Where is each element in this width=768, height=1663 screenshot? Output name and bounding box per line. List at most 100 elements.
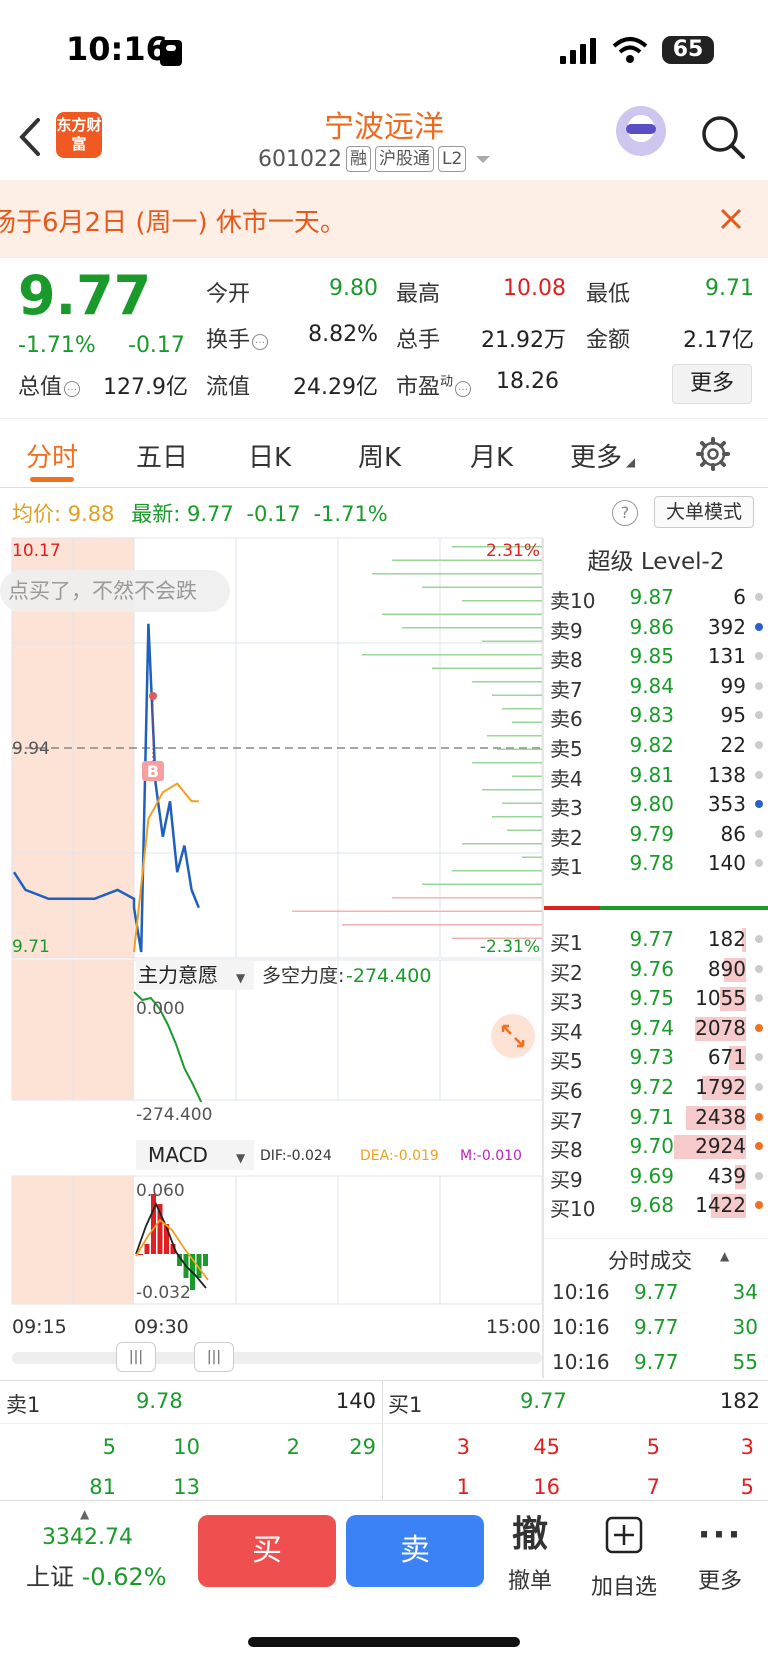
order-dot <box>755 770 763 779</box>
ai-assistant-avatar[interactable] <box>616 106 666 156</box>
index-line[interactable]: 上证 -0.62% <box>26 1557 167 1592</box>
macd-m: M:-0.010 <box>460 1148 522 1164</box>
ask-row[interactable]: 卖6 9.83 95 <box>544 700 768 731</box>
ask-row[interactable]: 卖8 9.85 131 <box>544 641 768 672</box>
stock-code-line[interactable]: 601022 融 沪股通 L2 <box>258 144 491 174</box>
depth-bar <box>472 681 542 683</box>
tab-monthly-k[interactable]: 月K <box>470 437 513 474</box>
more-menu-button[interactable]: ··· 更多 <box>680 1515 760 1595</box>
expand-button[interactable] <box>491 1014 535 1058</box>
big-order-mode-button[interactable]: 大单模式 <box>654 496 754 528</box>
mktcap-label: 总值… <box>18 369 81 401</box>
float-value: 24.29亿 <box>293 375 378 400</box>
more-dots-icon: ··· <box>697 1515 743 1555</box>
id-card-icon <box>160 40 182 66</box>
macd-dea: DEA:-0.019 <box>360 1148 439 1164</box>
order-dot <box>755 1142 763 1151</box>
help-icon[interactable]: ? <box>612 500 638 526</box>
close-icon[interactable] <box>716 204 746 234</box>
depth-bar <box>382 613 542 615</box>
back-arrow-icon[interactable] <box>16 116 46 158</box>
range-handle-right[interactable]: ||| <box>194 1342 234 1372</box>
depth-bar <box>512 775 542 777</box>
high-value: 10.08 <box>503 276 566 301</box>
ask-row[interactable]: 卖4 9.81 138 <box>544 760 768 791</box>
bid-row[interactable]: 买3 9.75 1055 <box>544 983 768 1014</box>
order-dot <box>755 859 763 868</box>
ask-row[interactable]: 卖1 9.78 140 <box>544 848 768 879</box>
trade-price: 9.77 <box>634 1280 679 1304</box>
macd-bar <box>138 1254 143 1255</box>
trade-time: 10:16 <box>552 1315 610 1339</box>
trades-header[interactable]: 分时成交 ▲ <box>544 1238 768 1274</box>
bid-volume: 182 <box>707 927 746 951</box>
tab-weekly-k[interactable]: 周K <box>358 437 401 474</box>
bid-row[interactable]: 买7 9.71 2438 <box>544 1102 768 1133</box>
status-time: 10:16 <box>66 30 168 68</box>
ask-volume: 99 <box>720 673 746 698</box>
ask-row[interactable]: 卖5 9.82 22 <box>544 730 768 761</box>
macd-bar <box>151 1194 156 1254</box>
dropdown-arrow-icon: ▼ <box>236 1151 246 1165</box>
open-label: 今开 <box>206 282 251 307</box>
ask-row[interactable]: 卖9 9.86 392 <box>544 612 768 643</box>
sell-button[interactable]: 卖 <box>346 1515 484 1587</box>
range-handle-left[interactable]: ||| <box>116 1342 156 1372</box>
buy-button[interactable]: 买 <box>198 1515 336 1587</box>
bid-row[interactable]: 买4 9.74 2078 <box>544 1013 768 1044</box>
index-change: -0.62% <box>81 1563 167 1591</box>
ask-volume: 138 <box>707 762 746 787</box>
macd-bar <box>203 1254 208 1266</box>
buy-queue-item: 3 <box>740 1435 754 1459</box>
bid-row[interactable]: 买9 9.69 439 <box>544 1161 768 1192</box>
tab-more[interactable]: 更多 ◢ <box>570 437 635 474</box>
cancel-order-button[interactable]: 撤 撤单 <box>490 1515 570 1595</box>
info-icon[interactable]: … <box>64 381 81 397</box>
order-dot <box>755 622 763 631</box>
ask-label: 卖7 <box>550 677 583 702</box>
more-info-button[interactable]: 更多 <box>672 364 752 404</box>
latest-label: 最新: <box>131 502 181 526</box>
index-value[interactable]: 3342.74 <box>42 1525 133 1550</box>
bid-row[interactable]: 买6 9.72 1792 <box>544 1072 768 1103</box>
order-dot <box>755 1201 763 1210</box>
intraday-chart[interactable]: B 10.17 9.94 9.71 2.31% -2.31% 点买了，不然不会跌… <box>0 536 544 1306</box>
ask-row[interactable]: 卖2 9.79 86 <box>544 819 768 850</box>
order-dot <box>755 964 763 973</box>
book-divider <box>382 1381 383 1501</box>
ask-price: 9.86 <box>629 614 674 639</box>
turnover-value: 8.82% <box>308 322 378 347</box>
bid-row[interactable]: 买5 9.73 671 <box>544 1042 768 1073</box>
ask-row[interactable]: 卖10 9.87 6 <box>544 582 768 613</box>
wifi-icon <box>612 37 648 63</box>
bid-label: 买4 <box>550 1019 583 1044</box>
info-icon[interactable]: … <box>252 334 269 350</box>
add-watchlist-button[interactable]: 加自选 <box>584 1515 664 1601</box>
ask-price: 9.81 <box>629 762 674 787</box>
info-icon[interactable]: … <box>455 381 472 397</box>
ask-label: 卖6 <box>550 707 583 732</box>
bid-row[interactable]: 买2 9.76 890 <box>544 954 768 985</box>
bid-row[interactable]: 买10 9.68 1422 <box>544 1190 768 1221</box>
ask-price: 9.80 <box>629 792 674 817</box>
tab-daily-k[interactable]: 日K <box>248 437 291 474</box>
pe-value: 18.26 <box>496 369 559 394</box>
bid-price: 9.77 <box>629 927 674 951</box>
search-icon[interactable] <box>700 114 746 160</box>
chart-low-label: 9.71 <box>12 937 50 957</box>
bid-price: 9.76 <box>629 956 674 981</box>
bid-row[interactable]: 买1 9.77 182 <box>544 924 768 955</box>
tab-intraday[interactable]: 分时 <box>26 437 78 474</box>
gear-icon[interactable] <box>696 437 730 471</box>
ask-row[interactable]: 卖7 9.84 99 <box>544 671 768 702</box>
time-end: 15:00 <box>486 1316 541 1338</box>
chart-range-scrollbar[interactable] <box>12 1352 542 1364</box>
tab-five-day[interactable]: 五日 <box>136 437 188 474</box>
depth-bar <box>432 667 542 669</box>
chart-tabs: 分时 五日 日K 周K 月K 更多 ◢ <box>0 418 768 488</box>
index-name: 上证 <box>26 1563 74 1591</box>
ask-row[interactable]: 卖3 9.80 353 <box>544 789 768 820</box>
bid-row[interactable]: 买8 9.70 2924 <box>544 1131 768 1162</box>
bid-label: 买10 <box>550 1197 596 1222</box>
ask-price: 9.85 <box>629 644 674 669</box>
